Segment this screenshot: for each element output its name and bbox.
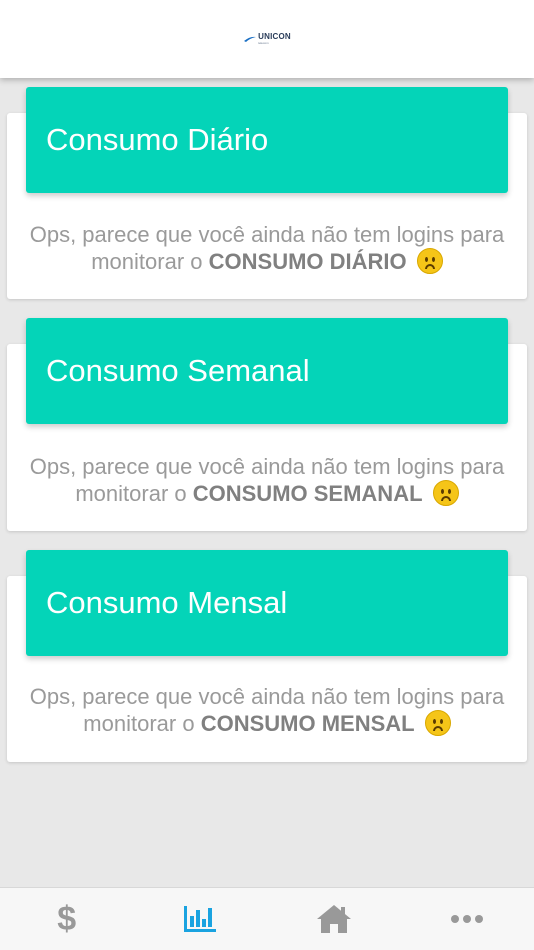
tab-consumo[interactable] [134, 888, 268, 950]
consumo-mensal-header: Consumo Mensal [26, 550, 508, 656]
logo-swoosh-icon [244, 36, 257, 42]
logo-text: UNICON [258, 32, 291, 41]
empty-state-message: Ops, parece que você ainda não tem login… [7, 683, 527, 737]
more-icon [451, 915, 484, 923]
empty-state-message: Ops, parece que você ainda não tem login… [7, 453, 527, 507]
message-highlight: CONSUMO DIÁRIO [208, 249, 407, 274]
app-header: UNICON telecom [0, 0, 534, 78]
unicon-logo: UNICON telecom [243, 33, 291, 45]
consumo-diario-header: Consumo Diário [26, 87, 508, 193]
sad-face-icon [424, 710, 451, 736]
card-title: Consumo Diário [46, 122, 269, 157]
tab-mais[interactable] [401, 888, 534, 950]
dollar-icon: $ [57, 899, 77, 938]
card-title: Consumo Semanal [46, 353, 310, 388]
card-title: Consumo Mensal [46, 585, 288, 620]
home-icon [316, 905, 351, 933]
sad-face-icon [416, 248, 443, 274]
tab-financeiro[interactable]: $ [0, 888, 134, 950]
logo-tagline: telecom [258, 41, 269, 45]
tab-inicio[interactable] [267, 888, 401, 950]
bar-chart-icon [184, 906, 217, 932]
bottom-tab-bar: $ [0, 887, 534, 950]
consumo-semanal-header: Consumo Semanal [26, 318, 508, 424]
sad-face-icon [432, 480, 459, 506]
message-highlight: CONSUMO SEMANAL [192, 481, 423, 506]
message-highlight: CONSUMO MENSAL [200, 711, 415, 736]
empty-state-message: Ops, parece que você ainda não tem login… [7, 221, 527, 275]
